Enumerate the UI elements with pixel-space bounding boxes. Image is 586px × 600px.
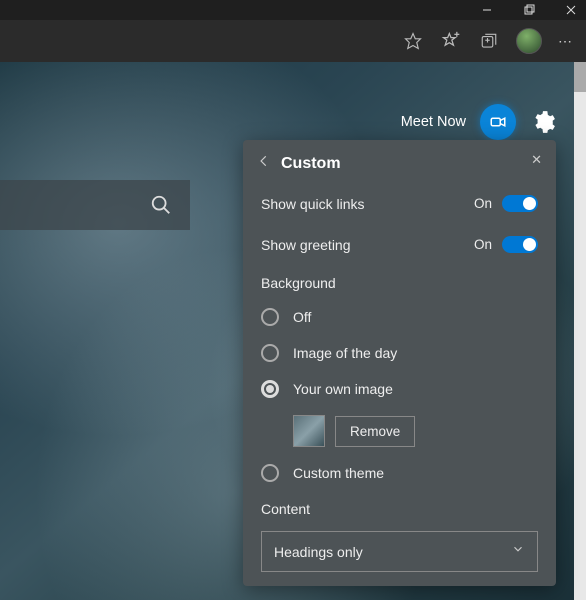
favorite-star-icon[interactable] [402, 30, 424, 52]
background-option-custom-theme[interactable]: Custom theme [243, 455, 556, 491]
profile-avatar[interactable] [516, 28, 542, 54]
radio-icon [261, 308, 279, 326]
favorites-list-icon[interactable] [440, 30, 462, 52]
maximize-button[interactable] [522, 3, 536, 17]
more-menu-icon[interactable]: ⋯ [558, 33, 574, 50]
radio-icon [261, 464, 279, 482]
close-panel-icon[interactable]: ✕ [531, 152, 542, 168]
back-icon[interactable] [257, 154, 271, 173]
greeting-toggle[interactable] [502, 236, 538, 253]
search-bar[interactable] [0, 180, 190, 230]
quick-links-row: Show quick links On [243, 183, 556, 224]
radio-label: Custom theme [293, 465, 384, 481]
close-button[interactable] [564, 3, 578, 17]
own-image-controls: Remove [243, 407, 556, 455]
greeting-state: On [474, 237, 492, 252]
background-option-off[interactable]: Off [243, 299, 556, 335]
radio-label: Off [293, 309, 311, 325]
greeting-row: Show greeting On [243, 224, 556, 265]
quick-links-state: On [474, 196, 492, 211]
page-topbar: Meet Now [401, 104, 556, 140]
image-thumbnail[interactable] [293, 415, 325, 447]
greeting-label: Show greeting [261, 237, 351, 253]
radio-icon [261, 344, 279, 362]
content-section-label: Content [243, 491, 556, 525]
collections-icon[interactable] [478, 30, 500, 52]
quick-links-label: Show quick links [261, 196, 365, 212]
background-option-image-of-day[interactable]: Image of the day [243, 335, 556, 371]
new-tab-content: Meet Now Custom ✕ Show quick links On Sh… [0, 62, 586, 600]
dropdown-selected: Headings only [274, 544, 363, 560]
radio-label: Image of the day [293, 345, 397, 361]
browser-toolbar: ⋯ [0, 20, 586, 62]
panel-title: Custom [281, 155, 341, 173]
meet-now-button[interactable] [480, 104, 516, 140]
custom-settings-panel: Custom ✕ Show quick links On Show greeti… [243, 140, 556, 586]
content-dropdown[interactable]: Headings only [261, 531, 538, 572]
radio-label: Your own image [293, 381, 393, 397]
search-icon [150, 194, 172, 216]
panel-header: Custom ✕ [243, 140, 556, 183]
chevron-down-icon [511, 542, 525, 561]
background-option-own-image[interactable]: Your own image [243, 371, 556, 407]
page-settings-gear-icon[interactable] [530, 109, 556, 135]
minimize-button[interactable] [480, 3, 494, 17]
background-section-label: Background [243, 265, 556, 299]
remove-image-button[interactable]: Remove [335, 416, 415, 447]
meet-now-label: Meet Now [401, 114, 466, 130]
scrollbar-track[interactable] [574, 62, 586, 600]
scrollbar-thumb[interactable] [574, 62, 586, 92]
window-titlebar [0, 0, 586, 20]
quick-links-toggle[interactable] [502, 195, 538, 212]
radio-icon [261, 380, 279, 398]
